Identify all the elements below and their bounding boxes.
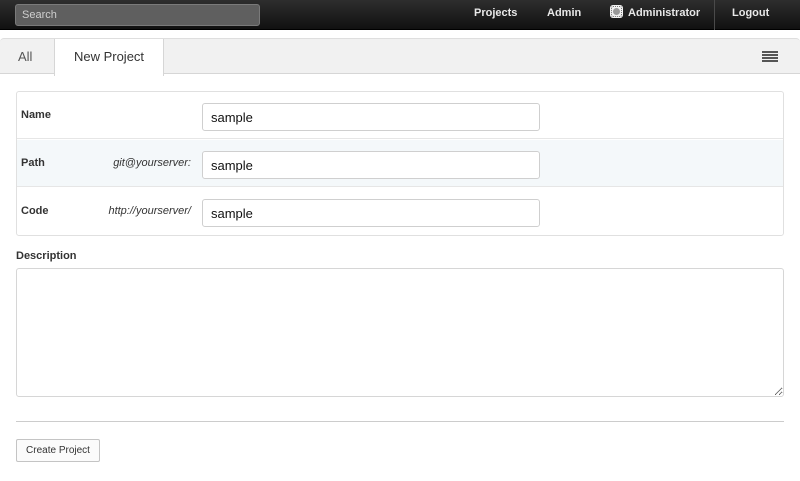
path-row: Path git@yourserver:	[17, 140, 783, 187]
name-label: Name	[21, 109, 51, 121]
nav-projects-link[interactable]: Projects	[474, 0, 517, 30]
search-input[interactable]	[15, 4, 260, 26]
list-view-icon[interactable]	[762, 51, 778, 63]
description-label: Description	[16, 250, 77, 262]
tab-bar: All New Project	[0, 38, 800, 76]
name-input[interactable]	[202, 103, 540, 131]
description-textarea[interactable]	[16, 268, 784, 397]
code-input[interactable]	[202, 199, 540, 227]
code-label: Code	[21, 205, 49, 217]
project-fields-table: Name Path git@yourserver: Code http://yo…	[16, 91, 784, 236]
nav-divider	[714, 0, 715, 30]
path-prefix: git@yourserver:	[113, 157, 191, 169]
user-icon	[610, 5, 623, 18]
tab-all[interactable]: All	[18, 39, 32, 75]
tab-new-project[interactable]: New Project	[54, 39, 164, 76]
nav-user-label: Administrator	[628, 7, 701, 19]
create-project-button[interactable]: Create Project	[16, 439, 100, 462]
nav-logout-link[interactable]: Logout	[732, 0, 769, 30]
code-prefix: http://yourserver/	[108, 205, 191, 217]
code-row: Code http://yourserver/	[17, 188, 783, 235]
name-row: Name	[17, 92, 783, 139]
nav-user-menu[interactable]: Administrator	[610, 0, 700, 30]
top-navbar: Projects Admin Administrator Logout	[0, 0, 800, 30]
form-divider	[16, 421, 784, 422]
path-input[interactable]	[202, 151, 540, 179]
path-label: Path	[21, 157, 45, 169]
nav-admin-link[interactable]: Admin	[547, 0, 581, 30]
